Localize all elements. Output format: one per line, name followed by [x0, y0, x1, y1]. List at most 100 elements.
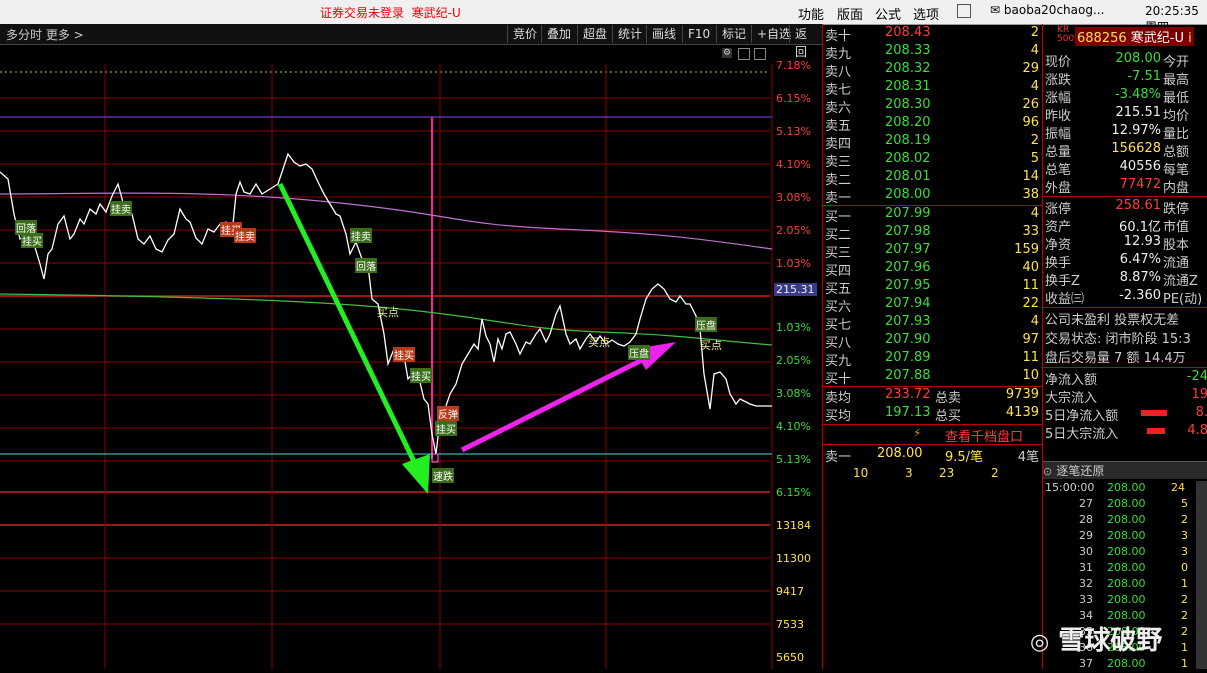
marker-buy-point-3: 买点	[700, 339, 722, 352]
trades-scrollbar[interactable]	[1196, 481, 1207, 669]
bid-row: 买九 207.89 11	[825, 350, 1039, 369]
marker-guamai-8: 挂买	[435, 421, 457, 436]
pct-label: 5.13%	[776, 453, 811, 466]
flow-bar	[1147, 428, 1165, 434]
flow-row: 5日净流入额 8.	[1045, 405, 1207, 424]
flow-row: 5日大宗流入 4.8	[1045, 423, 1207, 442]
f10-button[interactable]: F10	[682, 25, 715, 43]
book-divider	[823, 444, 1043, 445]
window-icon[interactable]	[957, 4, 971, 18]
menu-function[interactable]: 功能	[798, 4, 824, 23]
up-trend-arrow	[460, 353, 652, 453]
auction-button[interactable]: 竞价	[507, 25, 542, 43]
quote-row: 涨幅 -3.48% 最低	[1045, 87, 1190, 106]
ask-row: 卖十 208.43 2	[825, 25, 1039, 44]
maximize-icon[interactable]	[738, 48, 750, 60]
ask-avg-row: 卖均 233.72 总卖 9739	[825, 387, 1039, 406]
bid-row: 买十 207.88 10	[825, 368, 1039, 387]
pct-label: 4.10%	[776, 420, 811, 433]
pct-label: 3.08%	[776, 191, 811, 204]
trade-row: 37 208.00 1	[1079, 657, 1188, 670]
quote-divider	[1043, 196, 1207, 197]
pct-label: 4.10%	[776, 158, 811, 171]
trade-row: 28 208.00 2	[1079, 513, 1188, 526]
menu-formula[interactable]: 公式	[875, 4, 901, 23]
marker-buy-point: 买点	[377, 306, 399, 319]
multi-timeshare-more[interactable]: 多分时 更多 >	[6, 26, 84, 43]
marker-guamai: 挂买	[21, 233, 43, 248]
vertical-grid	[104, 64, 773, 669]
restore-icon[interactable]	[754, 48, 766, 60]
trade-row: 33 208.00 2	[1079, 593, 1188, 606]
ask-row: 卖六 208.30 26	[825, 97, 1039, 116]
flow-row: 净流入额 -24	[1045, 369, 1207, 388]
draw-line-button[interactable]: 画线	[646, 25, 681, 43]
pct-label: 6.15%	[776, 486, 811, 499]
pct-label: 2.05%	[776, 354, 811, 367]
marker-fantan: 反弹	[437, 406, 459, 421]
marker-guamai-6: 挂买	[393, 347, 415, 362]
ask-row: 卖二 208.01 14	[825, 169, 1039, 188]
watermark: ◎ 雪球破野	[1030, 626, 1163, 656]
pct-label: 1.03%	[776, 257, 811, 270]
back-button[interactable]: 返回	[789, 25, 822, 59]
trades-header[interactable]: ⊙ 逐笔还原	[1043, 461, 1207, 479]
title-bar: 证券交易未登录 寒武纪-U 功能 版面 公式 选项 ✉ baoba20chaog…	[0, 0, 1207, 34]
marker-guamai-4: 挂卖	[234, 228, 256, 243]
super-button[interactable]: 超盘	[577, 25, 612, 43]
quote-row: 换手 6.47% 流通	[1045, 252, 1190, 271]
marker-huiluo-2: 回落	[355, 258, 377, 273]
down-arrow-head	[402, 454, 430, 494]
volume-label: 13184	[776, 519, 811, 532]
market-tag: KR 500	[1057, 25, 1075, 44]
bid-row: 买八 207.90 97	[825, 332, 1039, 351]
weibo-icon: ◎	[1030, 630, 1050, 655]
quote-row: 收益㈢ -2.360 PE(动)	[1045, 288, 1203, 307]
quote-divider	[1043, 307, 1207, 308]
quote-row: 总量 156628 总额	[1045, 141, 1190, 160]
settings-icon[interactable]: ⚙	[722, 48, 732, 58]
trade-row: 32 208.00 1	[1079, 577, 1188, 590]
menu-options[interactable]: 选项	[913, 4, 939, 23]
pct-label: 6.15%	[776, 92, 811, 105]
marker-yapan-2: 压盘	[695, 317, 717, 332]
pct-label: 5.13%	[776, 125, 811, 138]
bid-row: 买二 207.98 33	[825, 224, 1039, 243]
marker-yapan: 压盘	[628, 345, 650, 360]
ask1-queue: 10 3 23 2	[853, 466, 999, 480]
marker-guamai-2: 挂卖	[110, 201, 132, 216]
trade-row: 15:00:00 208.00 24	[1045, 481, 1185, 494]
timeshare-chart[interactable]: 回落 挂买 挂卖 挂买 挂卖 挂卖 回落 买点 挂买 挂买 反弹 挂买 速跌 买…	[0, 44, 822, 669]
ask-row: 卖四 208.19 2	[825, 133, 1039, 152]
company-info: 公司未盈利 投票权无差	[1045, 313, 1180, 328]
volume-label: 11300	[776, 552, 811, 565]
quote-row: 资产 60.1亿 市值	[1045, 220, 1190, 235]
collapse-icon[interactable]: ⊙	[1043, 465, 1052, 478]
marker-buy-point-2: 买点	[588, 336, 610, 349]
ask-row: 卖三 208.02 5	[825, 151, 1039, 170]
ask-row: 卖七 208.31 4	[825, 79, 1039, 98]
mail-icon: ✉	[990, 3, 1001, 17]
ask-row: 卖一 208.00 38	[825, 187, 1039, 206]
menu-layout[interactable]: 版面	[837, 4, 863, 23]
bid-row: 买五 207.95 11	[825, 278, 1039, 297]
account-name: baoba20chaog...	[1003, 3, 1105, 17]
bid-row: 买三 207.97 159	[825, 242, 1039, 261]
overlay-button[interactable]: 叠加	[541, 25, 576, 43]
view-depth-link[interactable]: 查看千档盘口	[945, 426, 1023, 445]
marker-sudie: 速跌	[432, 468, 454, 483]
marker-guamai-5: 挂卖	[350, 228, 372, 243]
chart-toolbar: 多分时 更多 > 竞价 叠加 超盘 统计 画线 F10 标记 +自选 返回	[0, 24, 822, 59]
bid-avg-row: 买均 197.13 总买 4139	[825, 405, 1039, 424]
stock-header: 688256 寒武纪-U i	[1075, 27, 1194, 46]
bid-row: 买七 207.93 4	[825, 314, 1039, 333]
volume-label: 7533	[776, 618, 804, 631]
quote-row: 净资 12.93 股本	[1045, 234, 1190, 253]
info-icon: i	[1188, 31, 1192, 46]
quote-row: 换手Z 8.87% 流通Z	[1045, 270, 1198, 289]
stats-button[interactable]: 统计	[612, 25, 647, 43]
account-field[interactable]: ✉ baoba20chaog...	[990, 3, 1140, 21]
bid-row: 买一 207.99 4	[825, 206, 1039, 225]
bid-row: 买四 207.96 40	[825, 260, 1039, 279]
mark-button[interactable]: 标记	[716, 25, 751, 43]
